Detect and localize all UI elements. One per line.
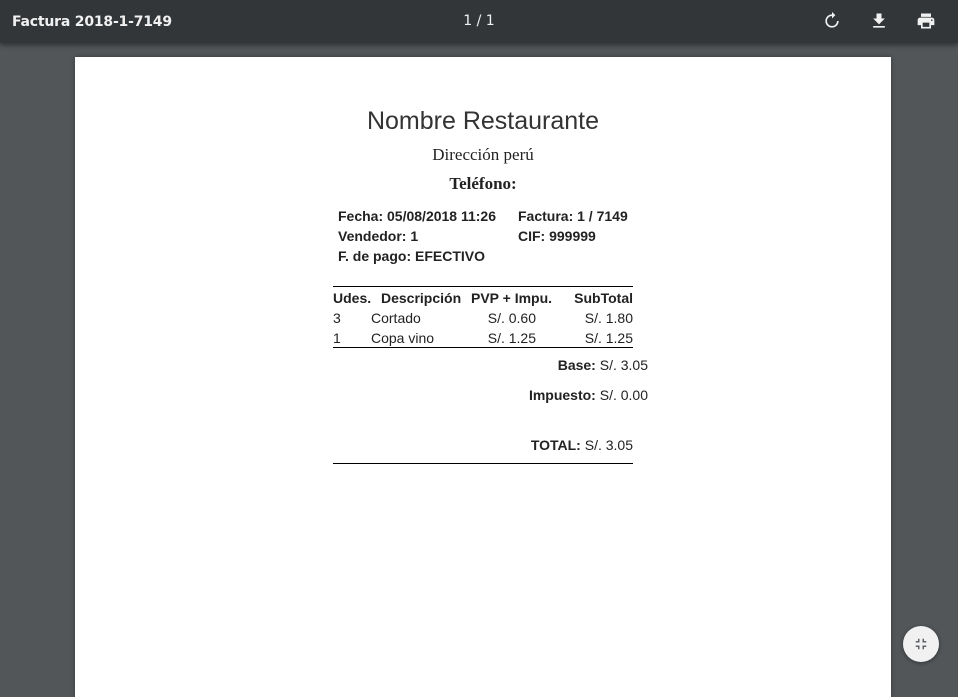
row-price: S/. 0.60 bbox=[487, 310, 536, 326]
row-qty: 1 bbox=[333, 330, 341, 346]
tax-value: S/. 0.00 bbox=[599, 387, 648, 403]
invoice-cif: CIF: 999999 bbox=[518, 228, 596, 244]
print-icon bbox=[917, 13, 935, 29]
base-label: Base: bbox=[557, 357, 596, 373]
fit-to-page-icon bbox=[915, 638, 927, 650]
rotate-icon bbox=[825, 11, 839, 28]
restaurant-name: Nombre Restaurante bbox=[366, 107, 600, 135]
column-header-description: Descripción bbox=[381, 290, 462, 306]
column-header-price: PVP + Impu. bbox=[471, 290, 553, 306]
column-header-subtotal: SubTotal bbox=[574, 290, 633, 306]
invoice-date: Fecha: 05/08/2018 11:26 bbox=[338, 208, 497, 224]
row-description: Copa vino bbox=[371, 330, 435, 346]
table-top-rule bbox=[333, 286, 633, 287]
row-subtotal: S/. 1.80 bbox=[584, 310, 633, 326]
invoice-number: Factura: 1 / 7149 bbox=[518, 208, 628, 224]
base-amount: Base: S/. 3.05 bbox=[468, 357, 648, 373]
download-icon bbox=[873, 13, 885, 28]
fit-to-page-button[interactable] bbox=[903, 626, 939, 662]
table-bottom-rule bbox=[333, 347, 633, 348]
total-label: TOTAL: bbox=[530, 437, 581, 453]
total-amount: TOTAL: S/. 3.05 bbox=[453, 437, 633, 453]
invoice-payment: F. de pago: EFECTIVO bbox=[338, 248, 486, 264]
invoice-seller: Vendedor: 1 bbox=[338, 228, 419, 244]
pdf-page: Nombre Restaurante Dirección perú Teléfo… bbox=[75, 57, 891, 697]
print-button[interactable] bbox=[916, 11, 936, 31]
restaurant-address: Dirección perú bbox=[432, 145, 534, 164]
tax-amount: Impuesto: S/. 0.00 bbox=[468, 387, 648, 403]
row-subtotal: S/. 1.25 bbox=[584, 330, 633, 346]
total-value: S/. 3.05 bbox=[584, 437, 633, 453]
base-value: S/. 3.05 bbox=[599, 357, 648, 373]
pdf-toolbar: Factura 2018-1-7149 1 / 1 bbox=[0, 0, 958, 43]
row-description: Cortado bbox=[371, 310, 421, 326]
download-button[interactable] bbox=[869, 11, 889, 31]
rotate-button[interactable] bbox=[822, 11, 842, 31]
total-bottom-rule bbox=[333, 463, 633, 464]
column-header-qty: Udes. bbox=[333, 290, 372, 306]
restaurant-phone: Teléfono: bbox=[449, 174, 517, 193]
row-qty: 3 bbox=[333, 310, 341, 326]
page-counter: 1 / 1 bbox=[463, 13, 495, 29]
row-price: S/. 1.25 bbox=[487, 330, 536, 346]
tax-label: Impuesto: bbox=[528, 387, 596, 403]
